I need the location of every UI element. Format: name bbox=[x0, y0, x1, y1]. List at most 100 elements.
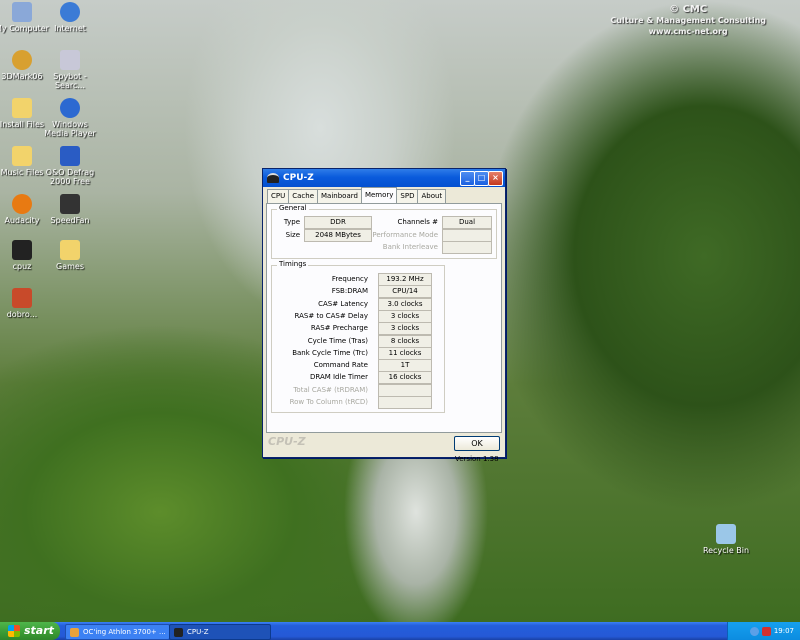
watermark-line: © CMC bbox=[669, 4, 708, 15]
antivirus-icon[interactable] bbox=[761, 626, 771, 636]
desktop-icon-speedfan[interactable]: SpeedFan bbox=[40, 194, 100, 225]
timing-label: Cycle Time (Tras) bbox=[307, 336, 368, 345]
bank-interleave-label: Bank Interleave bbox=[382, 243, 438, 251]
minimize-button[interactable]: _ bbox=[460, 171, 475, 186]
desktop-icon-dobro[interactable]: dobro... bbox=[0, 288, 52, 319]
browser-icon bbox=[70, 627, 79, 637]
timing-value: 11 clocks bbox=[378, 346, 432, 360]
spybot-icon bbox=[60, 50, 80, 70]
my-computer-icon bbox=[12, 2, 32, 22]
tab-cpu[interactable]: CPU bbox=[267, 189, 290, 203]
timing-value: 193.2 MHz bbox=[378, 273, 432, 286]
tab-spd[interactable]: SPD bbox=[396, 189, 419, 203]
watermark-line: Culture & Management Consulting bbox=[610, 16, 766, 25]
cpuz-app-icon bbox=[267, 173, 279, 183]
folder-icon bbox=[60, 240, 80, 260]
performance-mode-label: Performance Mode bbox=[372, 231, 438, 239]
timing-label: RAS# to CAS# Delay bbox=[294, 311, 368, 320]
taskbar-button-cpuz[interactable]: CPU-Z bbox=[169, 624, 271, 640]
timing-value: 3.0 clocks bbox=[378, 297, 432, 311]
cpuz-icon bbox=[174, 627, 183, 637]
timing-label: FSB:DRAM bbox=[331, 287, 368, 296]
timing-value: 8 clocks bbox=[378, 334, 432, 348]
media-player-icon bbox=[60, 98, 80, 118]
tab-about[interactable]: About bbox=[417, 189, 447, 203]
version-label: Version 1.38 bbox=[455, 455, 499, 463]
ok-button[interactable]: OK bbox=[454, 436, 500, 451]
network-icon[interactable] bbox=[749, 626, 759, 636]
timing-label: CAS# Latency bbox=[318, 299, 368, 308]
desktop-icon-games[interactable]: Games bbox=[40, 240, 100, 271]
timing-value bbox=[378, 396, 432, 409]
timing-label: Bank Cycle Time (Trc) bbox=[292, 348, 368, 357]
desktop-icon-label: Internet bbox=[54, 24, 86, 33]
speedfan-icon bbox=[60, 194, 80, 214]
desktop-icon-media-player[interactable]: Windows Media Player bbox=[40, 98, 100, 138]
timing-label: Total CAS# (tRDRAM) bbox=[293, 385, 368, 394]
watermark: © CMC Culture & Management Consulting ww… bbox=[610, 4, 766, 37]
desktop-icon-defrag[interactable]: O&O Defrag 2000 Free bbox=[40, 146, 100, 186]
type-value: DDR bbox=[304, 216, 372, 229]
timing-value: 3 clocks bbox=[378, 309, 432, 323]
desktop-icon-label: Spybot - Searc... bbox=[53, 72, 87, 90]
channels-value: Dual bbox=[442, 216, 492, 229]
audacity-icon bbox=[12, 194, 32, 214]
timing-value bbox=[378, 383, 432, 397]
desktop-icon-label: SpeedFan bbox=[50, 216, 90, 225]
desktop-icon-label: Windows Media Player bbox=[44, 120, 96, 138]
desktop-icon-spybot[interactable]: Spybot - Searc... bbox=[40, 50, 100, 90]
watermark-line: www.cmc-net.org bbox=[648, 27, 728, 36]
channels-label: Channels # bbox=[397, 218, 438, 226]
taskbar: start OC'ing Athlon 3700+ ... CPU-Z EN 1… bbox=[0, 622, 800, 640]
desktop-icon-label: Recycle Bin bbox=[702, 546, 750, 555]
folder-icon bbox=[12, 98, 32, 118]
start-button[interactable]: start bbox=[0, 622, 60, 640]
timing-label: RAS# Precharge bbox=[310, 324, 368, 333]
general-group: General Type DDR Size 2048 MBytes Channe… bbox=[271, 204, 497, 259]
timing-value: 1T bbox=[378, 359, 432, 373]
internet-explorer-icon bbox=[60, 2, 80, 22]
desktop-icon-internet[interactable]: Internet bbox=[40, 2, 100, 33]
taskbar-button-browser[interactable]: OC'ing Athlon 3700+ ... bbox=[65, 624, 170, 640]
timing-value: CPU/14 bbox=[378, 285, 432, 299]
taskbar-button-label: OC'ing Athlon 3700+ ... bbox=[83, 628, 166, 636]
clock[interactable]: 19:07 bbox=[774, 627, 794, 635]
timing-label: Command Rate bbox=[313, 361, 368, 370]
timing-label: Frequency bbox=[331, 275, 368, 283]
3dmark-icon bbox=[12, 50, 32, 70]
tab-strip: CPU Cache Mainboard Memory SPD About bbox=[267, 187, 447, 203]
cpuz-brand-logo: CPU-Z bbox=[268, 435, 306, 448]
timing-label: DRAM Idle Timer bbox=[309, 373, 368, 382]
timing-value: 16 clocks bbox=[378, 371, 432, 385]
document-icon bbox=[12, 288, 32, 308]
window-title: CPU-Z bbox=[283, 173, 314, 183]
desktop-icon-recycle-bin[interactable]: Recycle Bin bbox=[696, 524, 756, 555]
system-tray: 19:07 bbox=[727, 622, 800, 640]
memory-panel: General Type DDR Size 2048 MBytes Channe… bbox=[266, 203, 502, 463]
defrag-icon bbox=[60, 146, 80, 166]
start-label: start bbox=[24, 624, 54, 637]
bank-interleave-value bbox=[442, 241, 492, 254]
taskbar-button-label: CPU-Z bbox=[187, 628, 209, 636]
recycle-bin-icon bbox=[716, 524, 736, 544]
timing-label: Row To Column (tRCD) bbox=[289, 398, 368, 406]
cpuz-icon bbox=[12, 240, 32, 260]
group-title: General bbox=[277, 204, 309, 212]
type-label: Type bbox=[283, 218, 300, 226]
title-bar[interactable]: CPU-Z _ □ × bbox=[263, 169, 505, 187]
timings-group: Timings Frequency 193.2 MHz FSB:DRAM CPU/14… bbox=[271, 260, 445, 413]
tab-mainboard[interactable]: Mainboard bbox=[317, 189, 362, 203]
desktop-icon-label: O&O Defrag 2000 Free bbox=[45, 168, 95, 186]
desktop-icon-label: Games bbox=[56, 262, 84, 271]
maximize-button[interactable]: □ bbox=[474, 171, 489, 186]
cpuz-window: CPU-Z _ □ × CPU Cache Mainboard Memory S… bbox=[262, 168, 506, 463]
desktop-icon-label: dobro... bbox=[6, 310, 38, 319]
size-label: Size bbox=[285, 231, 300, 239]
close-button[interactable]: × bbox=[488, 171, 503, 186]
timing-value: 3 clocks bbox=[378, 322, 432, 336]
tab-memory[interactable]: Memory bbox=[360, 187, 398, 203]
size-value: 2048 MBytes bbox=[304, 229, 372, 242]
windows-logo-icon bbox=[8, 625, 20, 637]
tab-cache[interactable]: Cache bbox=[288, 189, 319, 203]
folder-icon bbox=[12, 146, 32, 166]
